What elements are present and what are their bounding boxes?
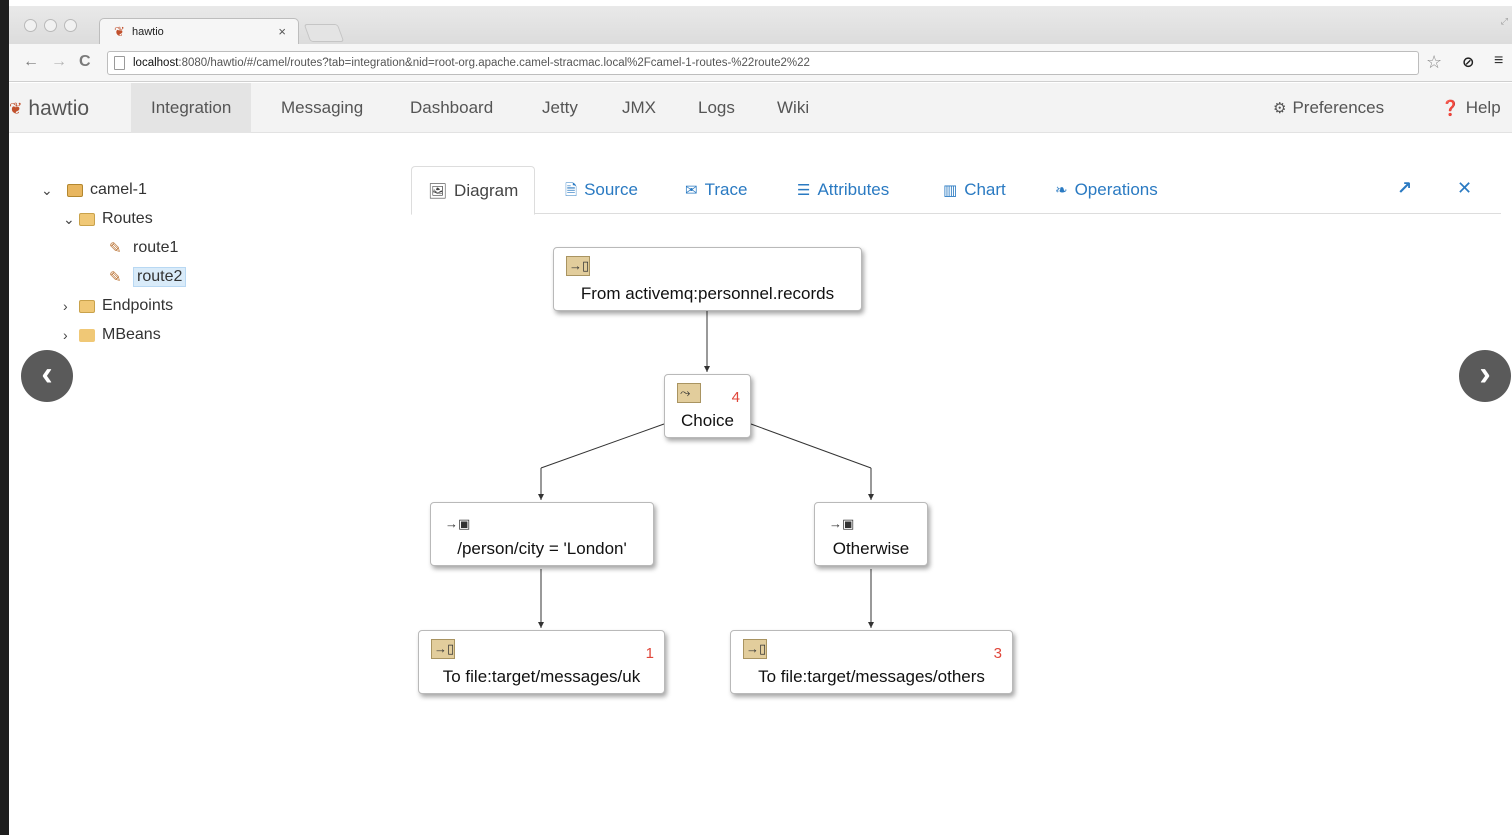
minimize-window-button[interactable] (44, 19, 57, 32)
endpoint-icon: →▯ (743, 639, 767, 659)
to-uk-node[interactable]: →▯ 1 To file:target/messages/uk (418, 630, 665, 694)
tree-node-route2[interactable]: ✎ route2 (109, 267, 187, 287)
zoom-window-button[interactable] (64, 19, 77, 32)
browser-tab[interactable]: ❦ hawtio × (99, 18, 299, 44)
fullscreen-icon[interactable]: ⤢ (1501, 16, 1508, 27)
url-text: localhost:8080/hawtio/#/camel/routes?tab… (133, 57, 810, 69)
from-node[interactable]: →▯ From activemq:personnel.records (553, 247, 862, 311)
tab-source[interactable]: 🗎 Source (565, 166, 638, 214)
choice-node[interactable]: ⤳ 4 Choice (664, 374, 751, 438)
otherwise-node[interactable]: →▣ Otherwise (814, 502, 928, 566)
nav-help[interactable]: ❓ Help (1441, 83, 1501, 133)
gear-icon: ⚙ (1273, 100, 1287, 117)
endpoint-icon: →▯ (431, 639, 455, 659)
folder-open-icon (79, 299, 95, 313)
nav-jetty[interactable]: Jetty (542, 83, 578, 133)
nav-dashboard[interactable]: Dashboard (410, 83, 493, 133)
previous-slide-button[interactable]: ‹ (21, 350, 73, 402)
tab-strip: ❦ hawtio × ⤢ (9, 6, 1512, 44)
picture-icon: 🖼 (428, 183, 448, 200)
otherwise-icon: →▣ (827, 515, 855, 531)
chevron-right-icon[interactable]: › (63, 327, 79, 343)
fullscreen-expand-icon[interactable]: ✕ (1457, 178, 1472, 199)
chevron-down-icon[interactable]: ⌄ (63, 211, 79, 228)
nav-jmx[interactable]: JMX (622, 83, 656, 133)
route-icon: ✎ (109, 269, 122, 286)
brand[interactable]: ❦ hawtio (9, 97, 89, 121)
to-others-node[interactable]: →▯ 3 To file:target/messages/others (730, 630, 1013, 694)
browser-window: ❦ hawtio × ⤢ ← → C localhost:8080/hawtio… (9, 6, 1512, 835)
when-icon: →▣ (443, 515, 471, 531)
browser-toolbar: ← → C localhost:8080/hawtio/#/camel/rout… (9, 44, 1512, 82)
extension-icon[interactable]: ⊘ (1462, 53, 1475, 71)
share-icon[interactable]: ↗ (1397, 178, 1412, 199)
back-arrow-icon[interactable]: ← (23, 53, 39, 71)
tab-chart[interactable]: ▥ Chart (943, 166, 1006, 214)
chevron-down-icon[interactable]: ⌄ (41, 182, 57, 199)
tab-operations[interactable]: ❧ Operations (1055, 166, 1158, 214)
when-node[interactable]: →▣ /person/city = 'London' (430, 502, 654, 566)
tab-close-icon[interactable]: × (278, 24, 286, 39)
nav-preferences[interactable]: ⚙ Preferences (1273, 83, 1384, 133)
tab-title: hawtio (132, 26, 164, 38)
list-icon: ☰ (797, 182, 811, 199)
menu-icon[interactable]: ≡ (1494, 52, 1503, 70)
leaf-icon: ❧ (1055, 182, 1068, 199)
nav-integration[interactable]: Integration (131, 83, 252, 133)
tab-diagram[interactable]: 🖼 Diagram (411, 166, 536, 215)
tree-node-camel-1[interactable]: ⌄ camel-1 (41, 181, 147, 199)
new-tab-button[interactable] (303, 24, 345, 42)
tree-node-endpoints[interactable]: › Endpoints (63, 297, 173, 315)
camel-context-icon (67, 183, 83, 197)
nav-wiki[interactable]: Wiki (777, 83, 809, 133)
address-bar[interactable]: localhost:8080/hawtio/#/camel/routes?tab… (107, 51, 1419, 75)
next-slide-button[interactable]: › (1459, 350, 1511, 402)
help-icon: ❓ (1441, 100, 1460, 117)
bookmark-star-icon[interactable]: ☆ (1426, 52, 1442, 73)
envelope-icon: ✉ (685, 182, 698, 199)
document-icon: 🗎 (565, 182, 578, 199)
chevron-right-icon[interactable]: › (63, 298, 79, 314)
brand-name: hawtio (28, 97, 90, 120)
nav-logs[interactable]: Logs (698, 83, 735, 133)
desktop-edge (0, 0, 9, 835)
tree-node-routes[interactable]: ⌄ Routes (63, 210, 153, 228)
close-window-button[interactable] (24, 19, 37, 32)
endpoint-icon: →▯ (566, 256, 590, 276)
hawtio-logo-icon: ❦ (9, 101, 23, 118)
page-icon (114, 56, 125, 70)
reload-icon[interactable]: C (79, 53, 91, 71)
hawtio-favicon-icon: ❦ (114, 24, 125, 39)
route-icon: ✎ (109, 240, 122, 257)
choice-icon: ⤳ (677, 383, 701, 403)
tree-node-route1[interactable]: ✎ route1 (109, 239, 178, 257)
folder-icon (79, 328, 95, 342)
bar-chart-icon: ▥ (943, 182, 958, 199)
folder-open-icon (79, 212, 95, 226)
tab-attributes[interactable]: ☰ Attributes (797, 166, 889, 214)
nav-messaging[interactable]: Messaging (281, 83, 363, 133)
route-tabs: 🖼 Diagram 🗎 Source ✉ Trace ☰ Attributes ▥ Cha… (411, 166, 1501, 215)
forward-arrow-icon[interactable]: → (51, 53, 67, 71)
tab-trace[interactable]: ✉ Trace (685, 166, 747, 214)
app-navbar: ❦ hawtio Integration Messaging Dashboard… (9, 83, 1512, 133)
tree-node-mbeans[interactable]: › MBeans (63, 326, 161, 344)
